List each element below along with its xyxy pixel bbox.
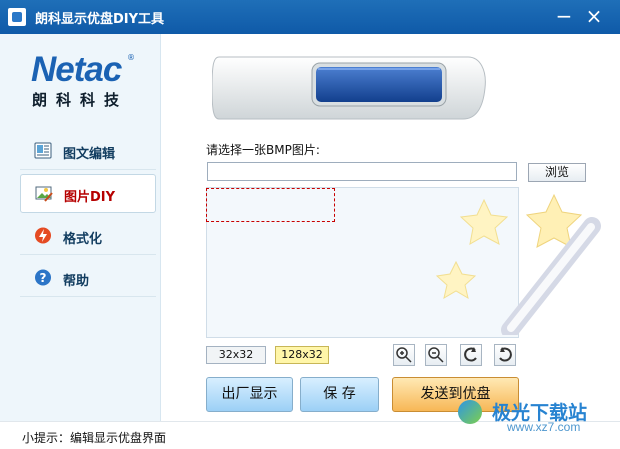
zoom-out-icon — [428, 347, 444, 363]
bmp-path-input[interactable] — [207, 162, 517, 181]
usb-device-illustration — [212, 56, 486, 120]
app-window: 朗科显示优盘DIY工具 − × Netac ® 朗科科技 图文编辑 图片DIY … — [0, 0, 620, 449]
sidebar-item-label: 图文编辑 — [63, 147, 116, 162]
sidebar-item-image-text-edit[interactable]: 图文编辑 — [20, 132, 156, 170]
factory-display-button[interactable]: 出厂显示 — [206, 377, 293, 412]
zoom-in-button[interactable] — [393, 344, 415, 366]
picture-diy-icon — [35, 186, 53, 202]
close-button[interactable]: × — [582, 6, 606, 28]
format-lightning-icon — [35, 227, 51, 244]
sidebar-nav: 图文编辑 图片DIY 格式化 ? 帮助 — [20, 132, 156, 301]
sidebar-item-label: 帮助 — [63, 274, 90, 289]
rotate-left-icon — [464, 347, 477, 362]
watermark-url: www.xz7.com — [507, 420, 581, 434]
size-32x32-button[interactable]: 32x32 — [206, 346, 266, 364]
sidebar-item-picture-diy[interactable]: 图片DIY — [20, 174, 156, 213]
help-question-icon: ? — [35, 269, 51, 286]
minimize-button[interactable]: − — [552, 6, 576, 28]
browse-button[interactable]: 浏览 — [528, 163, 586, 182]
sidebar-item-label: 图片DIY — [64, 190, 116, 205]
bmp-select-label: 请选择一张BMP图片: — [206, 143, 320, 157]
selection-box[interactable] — [206, 188, 335, 222]
rotate-left-button[interactable] — [460, 344, 482, 366]
magic-wand-stars-illustration — [435, 193, 601, 335]
rotate-right-button[interactable] — [494, 344, 516, 366]
rotate-right-icon — [499, 347, 512, 362]
title-bar[interactable]: 朗科显示优盘DIY工具 − × — [0, 0, 620, 34]
sidebar-item-format[interactable]: 格式化 — [20, 217, 156, 255]
save-button[interactable]: 保 存 — [300, 377, 379, 412]
svg-text:?: ? — [40, 271, 47, 285]
status-hint: 小提示：编辑显示优盘界面 — [22, 431, 167, 445]
sidebar-item-label: 格式化 — [63, 232, 103, 247]
window-title: 朗科显示优盘DIY工具 — [35, 12, 165, 27]
watermark-logo-icon — [458, 400, 482, 424]
registered-mark: ® — [127, 53, 135, 62]
brand-name: 朗科科技 — [32, 91, 129, 109]
netac-logo: Netac — [31, 50, 122, 89]
sidebar-item-help[interactable]: ? 帮助 — [20, 259, 156, 297]
zoom-out-button[interactable] — [425, 344, 447, 366]
sidebar: Netac ® 朗科科技 图文编辑 图片DIY 格式化 ? 帮助 — [0, 34, 161, 421]
app-icon — [8, 8, 26, 26]
zoom-in-icon — [396, 347, 412, 363]
image-text-edit-icon — [34, 142, 52, 159]
size-128x32-button[interactable]: 128x32 — [275, 346, 329, 364]
site-watermark: 极光下载站 www.xz7.com — [440, 396, 610, 436]
